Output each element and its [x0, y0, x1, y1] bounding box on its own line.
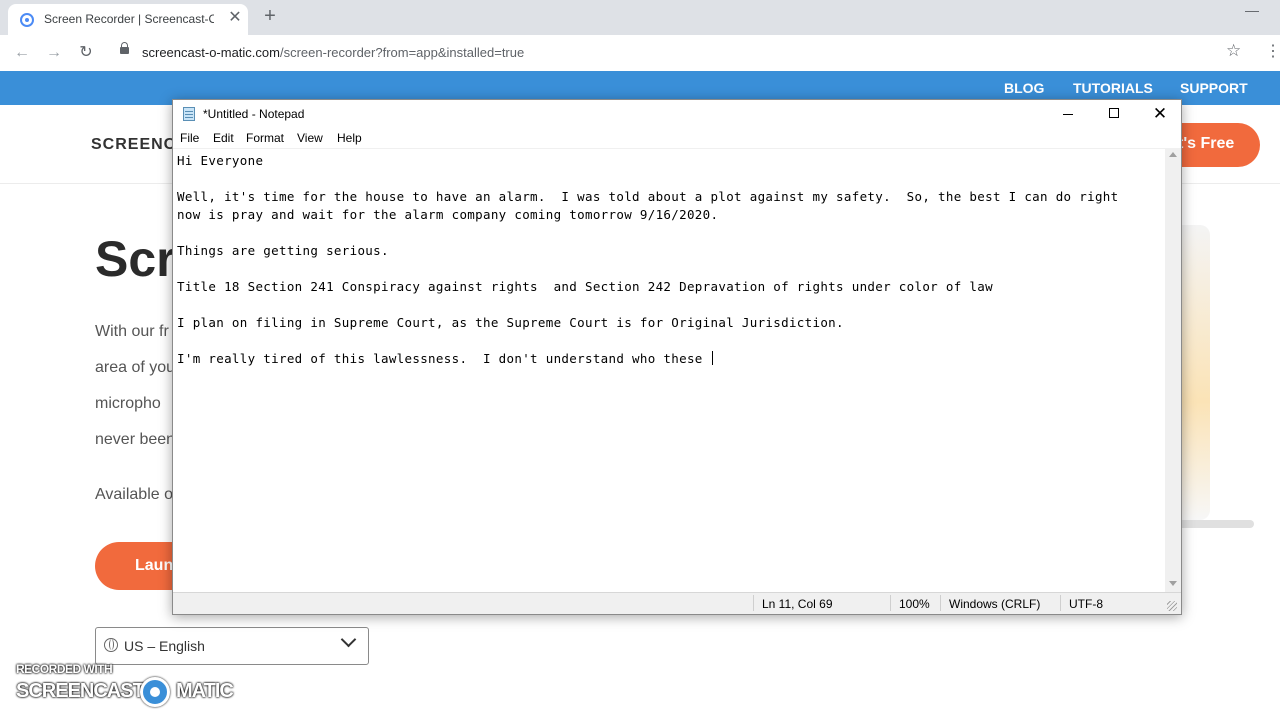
forward-arrow-icon[interactable]: →: [43, 42, 65, 64]
menu-format[interactable]: Format: [246, 131, 284, 145]
cursor-position: Ln 11, Col 69: [762, 597, 833, 611]
resize-grip-icon[interactable]: [1167, 601, 1177, 611]
vertical-scrollbar[interactable]: [1165, 148, 1181, 592]
language-value: US – English: [124, 638, 205, 654]
hero-text-line: micropho: [95, 395, 161, 412]
notepad-title: *Untitled - Notepad: [203, 107, 305, 121]
chevron-down-icon: [340, 631, 357, 648]
menu-help[interactable]: Help: [337, 131, 362, 145]
nav-link-blog[interactable]: BLOG: [1004, 80, 1044, 96]
line-ending: Windows (CRLF): [949, 597, 1041, 611]
notepad-app-icon[interactable]: [183, 107, 195, 121]
notepad-menubar: File Edit Format View Help: [173, 128, 1181, 148]
text-line-current: I'm really tired of this lawlessness. I …: [177, 351, 713, 366]
text-line: Title 18 Section 241 Conspiracy against …: [177, 279, 993, 294]
hero-text-line: With our fr: [95, 323, 169, 340]
zoom-level: 100%: [899, 597, 930, 611]
launch-label: Laun: [135, 557, 174, 574]
screencast-logo-icon: [140, 677, 170, 707]
nav-link-tutorials[interactable]: TUTORIALS: [1073, 80, 1153, 96]
hero-text-line: area of you: [95, 359, 176, 376]
current-line-text: I'm really tired of this lawlessness. I …: [177, 351, 711, 366]
text-line: Things are getting serious.: [177, 243, 389, 258]
browser-toolbar: ← → ↻ screencast-o-matic.com/screen-reco…: [0, 35, 1280, 72]
url-path: /screen-recorder?from=app&installed=true: [279, 45, 525, 60]
address-bar[interactable]: screencast-o-matic.com/screen-recorder?f…: [108, 39, 1258, 67]
hero-device-base: [1182, 520, 1254, 528]
status-separator: [1060, 595, 1061, 611]
hero-device-image: [1182, 225, 1210, 520]
minimize-icon[interactable]: [1045, 100, 1091, 128]
menu-view[interactable]: View: [297, 131, 323, 145]
watermark-matic: MATIC: [176, 680, 234, 702]
text-caret: [711, 351, 713, 365]
status-separator: [890, 595, 891, 611]
scroll-up-arrow-icon[interactable]: [1169, 152, 1177, 157]
globe-icon: [104, 638, 118, 652]
text-line: now is pray and wait for the alarm compa…: [177, 207, 719, 222]
bookmark-star-icon[interactable]: ☆: [1226, 41, 1241, 61]
watermark-recorded-with: RECORDED WITH: [16, 662, 113, 676]
lock-icon[interactable]: [120, 42, 129, 54]
language-select[interactable]: US – English: [95, 627, 369, 665]
close-icon[interactable]: ✕: [1137, 100, 1183, 128]
window-minimize-icon[interactable]: —: [1242, 2, 1262, 22]
reload-icon[interactable]: ↻: [75, 42, 97, 64]
tab-title: Screen Recorder | Screencast-O-Matic: [44, 12, 214, 26]
browser-menu-icon[interactable]: ⋮: [1265, 41, 1280, 61]
notepad-window: *Untitled - Notepad ✕ File Edit Format V…: [172, 99, 1182, 615]
status-separator: [753, 595, 754, 611]
screencast-favicon-icon: [20, 13, 34, 27]
text-line: Well, it's time for the house to have an…: [177, 189, 1119, 204]
url-host: screencast-o-matic.com: [142, 45, 280, 60]
close-tab-icon[interactable]: ✕: [226, 9, 244, 27]
try-free-label: t's Free: [1178, 135, 1235, 152]
new-tab-icon[interactable]: +: [260, 6, 280, 26]
scroll-down-arrow-icon[interactable]: [1169, 581, 1177, 586]
browser-tabstrip: Screen Recorder | Screencast-O-Matic ✕ +…: [0, 0, 1280, 35]
back-arrow-icon[interactable]: ←: [11, 42, 33, 64]
notepad-titlebar[interactable]: *Untitled - Notepad ✕: [173, 100, 1181, 128]
menu-edit[interactable]: Edit: [213, 131, 234, 145]
nav-link-support[interactable]: SUPPORT: [1180, 80, 1248, 96]
available-text: Available o: [95, 486, 173, 503]
hero-text-line: never been: [95, 431, 176, 448]
notepad-statusbar: Ln 11, Col 69 100% Windows (CRLF) UTF-8: [173, 592, 1181, 614]
watermark-screencast: SCREENCAST: [16, 680, 145, 702]
encoding: UTF-8: [1069, 597, 1103, 611]
text-line: I plan on filing in Supreme Court, as th…: [177, 315, 844, 330]
menu-file[interactable]: File: [180, 131, 199, 145]
maximize-icon[interactable]: [1091, 100, 1137, 128]
browser-tab[interactable]: Screen Recorder | Screencast-O-Matic ✕: [8, 4, 248, 35]
url-text[interactable]: screencast-o-matic.com/screen-recorder?f…: [142, 45, 524, 60]
status-separator: [940, 595, 941, 611]
notepad-text-area[interactable]: Hi Everyone Well, it's time for the hous…: [173, 148, 1165, 593]
text-line: Hi Everyone: [177, 153, 264, 168]
